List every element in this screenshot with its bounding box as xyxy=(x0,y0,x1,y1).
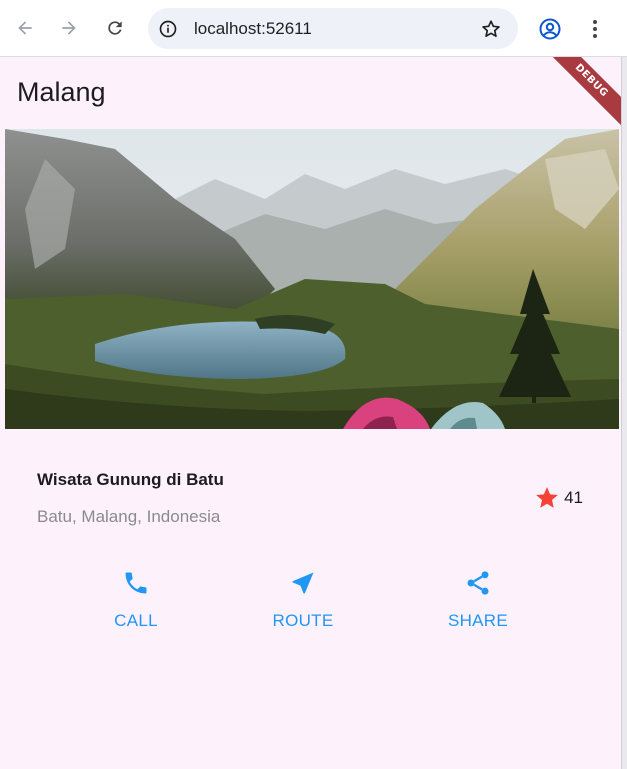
browser-toolbar: localhost:52611 xyxy=(0,0,627,57)
action-buttons: CALL ROUTE SHARE xyxy=(0,569,621,639)
address-bar[interactable]: localhost:52611 xyxy=(148,8,518,49)
more-vert-icon xyxy=(593,20,597,38)
bookmark-star-icon[interactable] xyxy=(480,18,502,40)
menu-button[interactable] xyxy=(581,15,609,43)
reload-icon xyxy=(108,21,122,35)
call-button[interactable]: CALL xyxy=(76,569,196,639)
url-text[interactable]: localhost:52611 xyxy=(194,19,312,39)
route-button[interactable]: ROUTE xyxy=(243,569,363,639)
phone-icon xyxy=(125,572,147,594)
share-label: SHARE xyxy=(447,611,509,630)
window-edge xyxy=(621,57,627,769)
route-label: ROUTE xyxy=(272,611,334,630)
account-circle-icon xyxy=(539,18,561,40)
app-bar-title: Malang xyxy=(17,77,106,107)
rating: 41 xyxy=(534,485,583,511)
app-viewport: Malang DEBUG Wisata Gunung di Batu Batu,… xyxy=(0,57,621,769)
back-button[interactable] xyxy=(11,14,39,42)
profile-button[interactable] xyxy=(536,15,564,43)
call-label: CALL xyxy=(114,611,158,630)
hero-image xyxy=(5,129,619,429)
arrow-right-icon xyxy=(62,21,76,35)
mountain-lake-photo xyxy=(5,129,619,429)
star-icon xyxy=(536,487,558,508)
info-icon[interactable] xyxy=(158,19,178,39)
navigation-icon xyxy=(292,572,314,594)
share-icon xyxy=(467,571,489,595)
debug-banner: DEBUG xyxy=(541,57,621,131)
place-info: Wisata Gunung di Batu Batu, Malang, Indo… xyxy=(37,470,597,540)
place-subtitle: Batu, Malang, Indonesia xyxy=(37,507,221,526)
rating-count: 41 xyxy=(564,488,583,507)
forward-button[interactable] xyxy=(55,14,83,42)
share-button[interactable]: SHARE xyxy=(418,569,538,639)
reload-button[interactable] xyxy=(101,14,129,42)
place-title: Wisata Gunung di Batu xyxy=(37,470,224,489)
arrow-left-icon xyxy=(18,21,32,35)
